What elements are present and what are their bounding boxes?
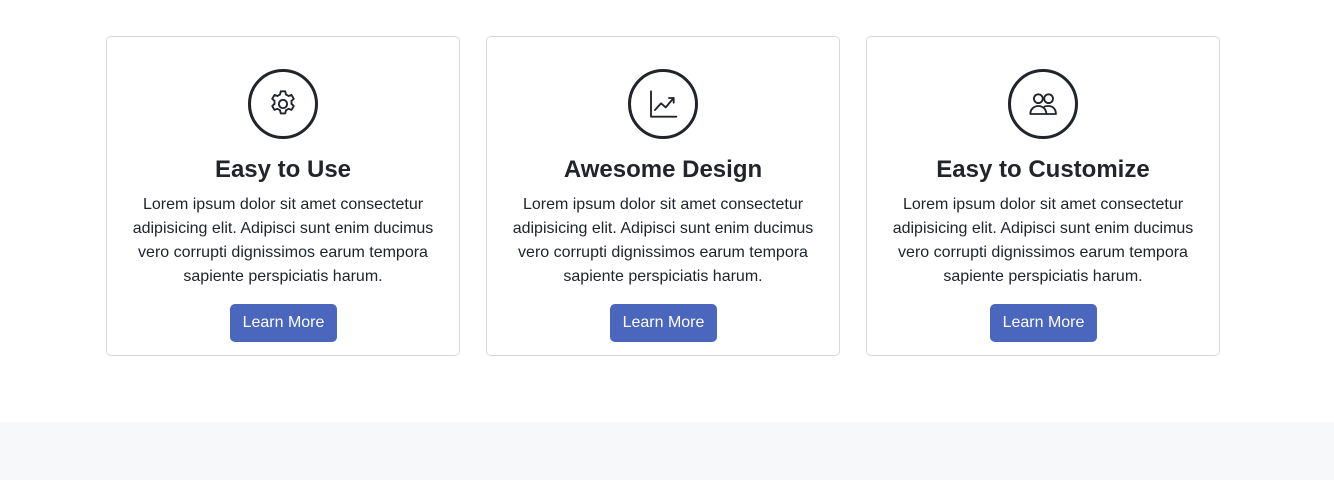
card-title: Easy to Customize	[936, 156, 1150, 183]
card-description: Lorem ipsum dolor sit amet consectetur a…	[892, 196, 1194, 285]
card-description: Lorem ipsum dolor sit amet consectetur a…	[512, 196, 814, 285]
gear-icon	[248, 69, 318, 139]
feature-card-easy-to-customize: Easy to Customize Lorem ipsum dolor sit …	[866, 36, 1220, 356]
learn-more-button[interactable]: Learn More	[230, 304, 337, 342]
features-section: Easy to Use Lorem ipsum dolor sit amet c…	[0, 0, 1334, 422]
feature-card-awesome-design: Awesome Design Lorem ipsum dolor sit ame…	[486, 36, 840, 356]
feature-card-easy-to-use: Easy to Use Lorem ipsum dolor sit amet c…	[106, 36, 460, 356]
people-icon	[1008, 69, 1078, 139]
next-section-background	[0, 422, 1334, 480]
chart-line-icon	[628, 69, 698, 139]
card-title: Awesome Design	[563, 156, 763, 183]
learn-more-button[interactable]: Learn More	[990, 304, 1097, 342]
card-title: Easy to Use	[214, 156, 352, 183]
card-description: Lorem ipsum dolor sit amet consectetur a…	[132, 196, 434, 285]
learn-more-button[interactable]: Learn More	[610, 304, 717, 342]
